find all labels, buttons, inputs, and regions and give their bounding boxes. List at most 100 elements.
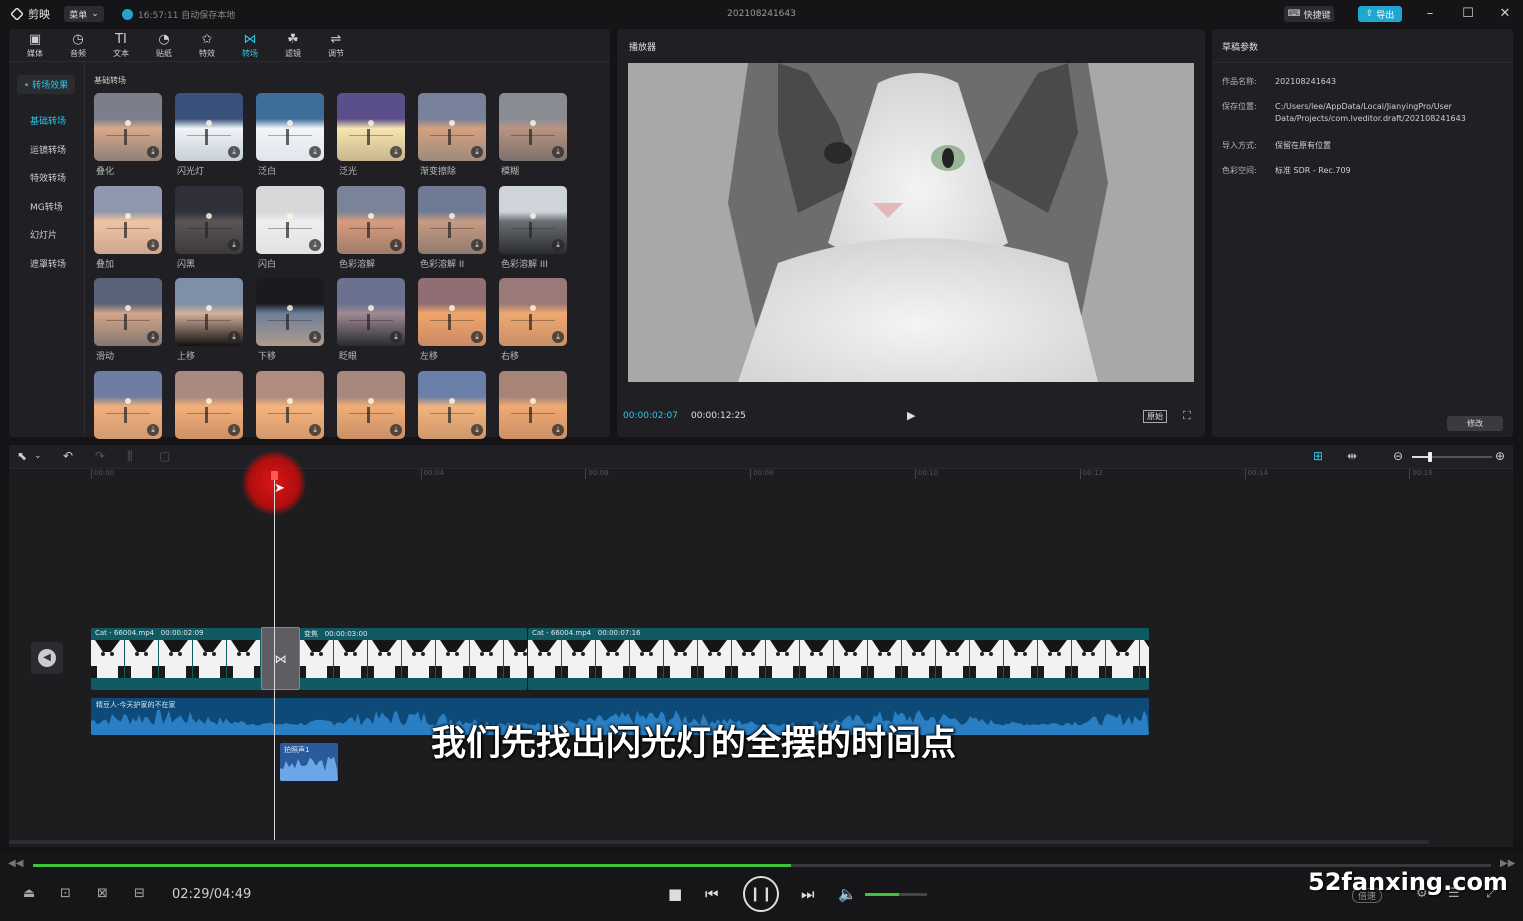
screenshot-icon[interactable]: ⊠ (97, 886, 108, 901)
download-icon[interactable]: ⤓ (228, 238, 240, 251)
play-icon[interactable]: ▶ (907, 409, 915, 422)
transition-thumbnail[interactable]: ⤓ (337, 370, 405, 439)
category-item[interactable]: 基础转场 (30, 114, 66, 127)
transition-thumbnail[interactable]: ⤓ (94, 278, 162, 346)
zoom-in-icon[interactable]: ⊕ (1495, 449, 1505, 463)
eject-icon[interactable]: ⏏ (23, 886, 35, 901)
undo-icon[interactable]: ↶ (63, 449, 73, 463)
tab-audio[interactable]: ◷ 音频 (64, 29, 92, 61)
menu-button[interactable]: 菜单 ⌄ (64, 6, 104, 22)
aspect-ratio-button[interactable]: 原始 (1143, 410, 1167, 423)
download-icon[interactable]: ⤓ (390, 423, 402, 436)
download-icon[interactable]: ⤓ (552, 423, 564, 436)
transition-thumbnail[interactable]: ⤓ (175, 370, 243, 439)
download-icon[interactable]: ⤓ (471, 423, 483, 436)
time-ruler[interactable]: 00:0000:0200:0400:0600:0800:1000:1200:14… (9, 469, 1513, 481)
tab-transition[interactable]: ⋈ 转场 (236, 29, 264, 61)
tab-sticker[interactable]: ◔ 贴纸 (150, 29, 178, 61)
pause-button[interactable]: ❙❙ (743, 876, 779, 912)
transition-thumbnail[interactable]: ⤓ (94, 370, 162, 439)
category-item[interactable]: 特效转场 (30, 171, 66, 184)
shortcut-button[interactable]: ⌨ 快捷键 (1284, 6, 1334, 22)
transition-thumbnail[interactable]: ⤓ (256, 93, 324, 161)
video-clip[interactable]: Cat - 66004.mp4 00:00:02:09 (91, 628, 271, 690)
redo-icon[interactable]: ↷ (95, 449, 105, 463)
transition-thumbnail[interactable]: ⤓ (499, 93, 567, 161)
tab-effect[interactable]: ✩ 特效 (193, 29, 221, 61)
sound-effect-clip[interactable]: 拍照声1 (280, 743, 338, 781)
minimize-icon[interactable]: – (1422, 6, 1438, 22)
zoom-slider[interactable] (1412, 452, 1492, 462)
transition-thumbnail[interactable]: ⤓ (418, 185, 486, 254)
video-clip[interactable]: 变焦 00:00:03:00 (300, 628, 527, 690)
download-icon[interactable]: ⤓ (309, 146, 321, 158)
maximize-icon[interactable]: ☐ (1460, 6, 1476, 22)
transition-thumbnail[interactable]: ⤓ (175, 93, 243, 161)
transition-thumbnail[interactable]: ⤓ (256, 370, 324, 439)
transition-marker[interactable]: ⋈ (261, 627, 300, 690)
download-icon[interactable]: ⤓ (228, 423, 240, 436)
volume-slider[interactable] (865, 893, 927, 896)
zoom-out-icon[interactable]: ⊖ (1393, 449, 1403, 463)
previous-icon[interactable]: ⏮ (705, 885, 719, 903)
download-icon[interactable]: ⤓ (309, 331, 321, 343)
transition-thumbnail[interactable]: ⤓ (418, 370, 486, 439)
transition-thumbnail[interactable]: ⤓ (337, 93, 405, 161)
download-icon[interactable]: ⤓ (147, 146, 159, 158)
category-item[interactable]: 遮罩转场 (30, 257, 66, 270)
transition-thumbnail[interactable]: ⤓ (337, 278, 405, 346)
delete-icon[interactable]: ▢ (159, 449, 170, 463)
select-tool-icon[interactable]: ⬉ (17, 449, 27, 463)
close-icon[interactable]: ✕ (1497, 6, 1513, 22)
link-clips-icon[interactable]: ⊞ (1313, 449, 1323, 463)
track-mute-button[interactable]: ◀ (31, 642, 63, 674)
tab-filter[interactable]: ☘ 滤镜 (279, 29, 307, 61)
transition-thumbnail[interactable]: ⤓ (94, 185, 162, 254)
transition-thumbnail[interactable]: ⤓ (175, 278, 243, 346)
transition-thumbnail[interactable]: ⤓ (499, 185, 567, 254)
danmaku-icon[interactable]: ⊟ (134, 886, 145, 901)
download-icon[interactable]: ⤓ (390, 331, 402, 343)
transition-thumbnail[interactable]: ⤓ (499, 370, 567, 439)
export-button[interactable]: ⇪ 导出 (1358, 6, 1402, 22)
tab-media[interactable]: ▣ 媒体 (21, 29, 49, 61)
download-icon[interactable]: ⤓ (309, 238, 321, 251)
modify-button[interactable]: 修改 (1447, 416, 1503, 431)
transition-thumbnail[interactable]: ⤓ (256, 278, 324, 346)
snap-icon[interactable]: ⇹ (1347, 449, 1357, 463)
download-icon[interactable]: ⤓ (552, 238, 564, 251)
transition-thumbnail[interactable]: ⤓ (499, 278, 567, 346)
category-item[interactable]: 运镜转场 (30, 143, 66, 156)
subtitle-icon[interactable]: ⊡ (60, 886, 71, 901)
download-icon[interactable]: ⤓ (147, 331, 159, 343)
split-icon[interactable]: ⫼ (127, 449, 133, 464)
transition-thumbnail[interactable]: ⤓ (418, 278, 486, 346)
download-icon[interactable]: ⤓ (471, 331, 483, 343)
fullscreen-icon[interactable]: ⛶ (1183, 409, 1191, 423)
download-icon[interactable]: ⤓ (309, 423, 321, 436)
category-header[interactable]: • 转场效果 (17, 75, 75, 94)
video-clip[interactable]: Cat - 66004.mp4 00:00:07:16 (528, 628, 1149, 690)
download-icon[interactable]: ⤓ (552, 146, 564, 158)
tab-text[interactable]: TI 文本 (107, 29, 135, 61)
tab-adjust[interactable]: ⇌ 调节 (322, 29, 350, 61)
playhead-handle[interactable] (271, 471, 278, 480)
download-icon[interactable]: ⤓ (390, 238, 402, 251)
download-icon[interactable]: ⤓ (552, 331, 564, 343)
playhead[interactable] (274, 471, 275, 841)
download-icon[interactable]: ⤓ (147, 238, 159, 251)
download-icon[interactable]: ⤓ (471, 146, 483, 158)
rewind-icon[interactable]: ◀◀ (8, 858, 23, 869)
download-icon[interactable]: ⤓ (228, 331, 240, 343)
progress-bar[interactable] (33, 864, 1491, 867)
transition-thumbnail[interactable]: ⤓ (337, 185, 405, 254)
download-icon[interactable]: ⤓ (390, 146, 402, 158)
stop-icon[interactable]: ■ (668, 885, 682, 903)
download-icon[interactable]: ⤓ (228, 146, 240, 158)
transition-thumbnail[interactable]: ⤓ (418, 93, 486, 161)
timeline-scrollbar[interactable] (9, 840, 1429, 844)
transition-thumbnail[interactable]: ⤓ (94, 93, 162, 161)
chevron-down-icon[interactable]: ⌄ (34, 451, 42, 461)
category-item[interactable]: 幻灯片 (30, 228, 57, 241)
volume-icon[interactable]: 🔈 (838, 885, 857, 903)
